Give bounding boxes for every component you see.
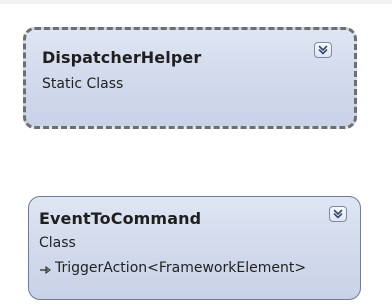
class-kind: Class <box>39 235 76 251</box>
double-chevron-down-icon <box>333 209 343 219</box>
inheritance-arrow-icon <box>39 263 52 274</box>
double-chevron-down-icon <box>318 45 328 55</box>
class-name: EventToCommand <box>39 209 202 228</box>
class-shape-dispatcherhelper[interactable]: DispatcherHelper Static Class <box>23 27 357 129</box>
class-shape-eventtocommand[interactable]: EventToCommand Class TriggerAction<Frame… <box>28 196 361 300</box>
class-kind: Static Class <box>42 76 124 92</box>
base-type-name: TriggerAction<FrameworkElement> <box>55 260 307 276</box>
class-name: DispatcherHelper <box>42 48 202 67</box>
class-diagram-canvas: DispatcherHelper Static Class EventToCom… <box>0 0 392 307</box>
expand-button[interactable] <box>329 206 347 222</box>
expand-button[interactable] <box>314 42 332 58</box>
canvas-top-edge <box>0 0 392 4</box>
base-type-row: TriggerAction<FrameworkElement> <box>39 260 306 276</box>
